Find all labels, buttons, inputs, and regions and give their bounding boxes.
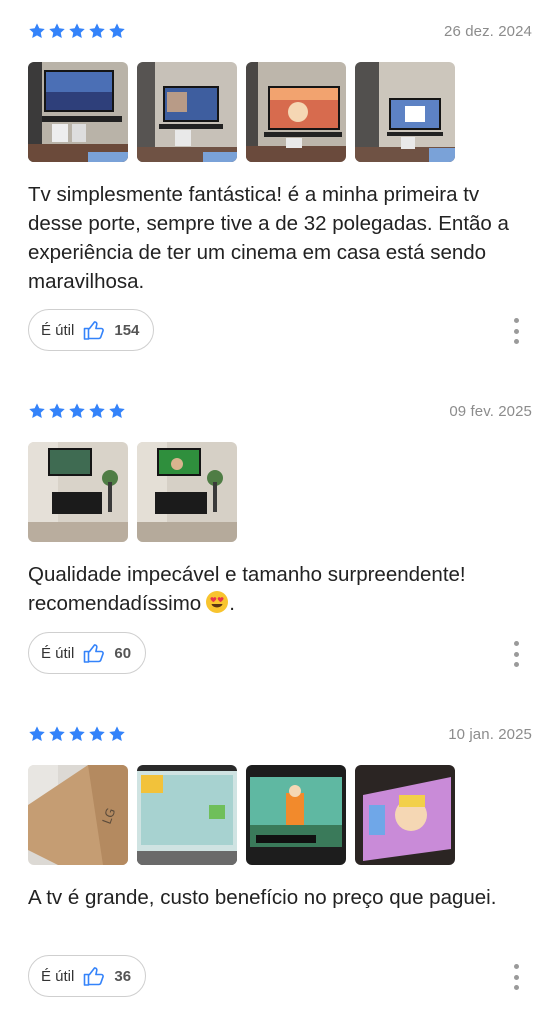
useful-label: É útil xyxy=(41,644,75,662)
review-photo[interactable]: LG xyxy=(28,765,128,865)
review-photo[interactable] xyxy=(137,442,237,542)
useful-count: 36 xyxy=(114,967,132,985)
star-icon xyxy=(108,725,126,743)
star-icon xyxy=(68,402,86,420)
review-photo[interactable] xyxy=(137,765,237,865)
star-icon xyxy=(68,22,86,40)
review-photo[interactable] xyxy=(28,442,128,542)
useful-button[interactable]: É útil 36 xyxy=(28,955,147,997)
star-icon xyxy=(108,22,126,40)
thumbs-up-icon xyxy=(82,641,106,665)
star-icon xyxy=(88,402,106,420)
star-rating xyxy=(28,22,126,40)
useful-label: É útil xyxy=(41,967,75,985)
review-photo[interactable] xyxy=(28,62,128,162)
star-icon xyxy=(68,725,86,743)
star-icon xyxy=(88,22,106,40)
review-photos xyxy=(28,442,237,542)
review-header: 10 jan. 2025 xyxy=(28,725,532,747)
review-photos: LG xyxy=(28,765,455,865)
heart-eyes-emoji-icon xyxy=(205,590,229,614)
star-rating xyxy=(28,402,126,420)
useful-label: É útil xyxy=(41,321,75,339)
review-text-suffix: . xyxy=(229,592,235,615)
useful-count: 60 xyxy=(114,644,132,662)
review-date: 10 jan. 2025 xyxy=(448,726,532,743)
more-options-icon[interactable] xyxy=(512,641,520,667)
more-options-icon[interactable] xyxy=(512,964,520,990)
review-header: 26 dez. 2024 xyxy=(28,22,532,44)
useful-button[interactable]: É útil 60 xyxy=(28,632,147,674)
review-text: Qualidade impecável e tamanho surpreende… xyxy=(28,560,536,618)
review-photo[interactable] xyxy=(137,62,237,162)
more-options-icon[interactable] xyxy=(512,318,520,344)
useful-button[interactable]: É útil 154 xyxy=(28,309,155,351)
useful-count: 154 xyxy=(114,321,140,339)
review-date: 26 dez. 2024 xyxy=(444,23,532,40)
review-photo[interactable] xyxy=(246,62,346,162)
review-photo[interactable] xyxy=(355,765,455,865)
review-photo[interactable] xyxy=(246,765,346,865)
star-icon xyxy=(28,725,46,743)
star-icon xyxy=(28,402,46,420)
star-icon xyxy=(48,402,66,420)
review-text: Tv simplesmente fantástica! é a minha pr… xyxy=(28,183,509,293)
star-icon xyxy=(108,402,126,420)
thumbs-up-icon xyxy=(82,964,106,988)
review-text: A tv é grande, custo benefício no preço … xyxy=(28,886,497,909)
star-icon xyxy=(88,725,106,743)
star-rating xyxy=(28,725,126,743)
review-photos xyxy=(28,62,455,162)
thumbs-up-icon xyxy=(82,318,106,342)
review-text-content: Qualidade impecável e tamanho surpreende… xyxy=(28,563,466,615)
review-header: 09 fev. 2025 xyxy=(28,402,532,424)
star-icon xyxy=(48,22,66,40)
star-icon xyxy=(48,725,66,743)
review-photo[interactable] xyxy=(355,62,455,162)
review-date: 09 fev. 2025 xyxy=(449,403,532,420)
star-icon xyxy=(28,22,46,40)
